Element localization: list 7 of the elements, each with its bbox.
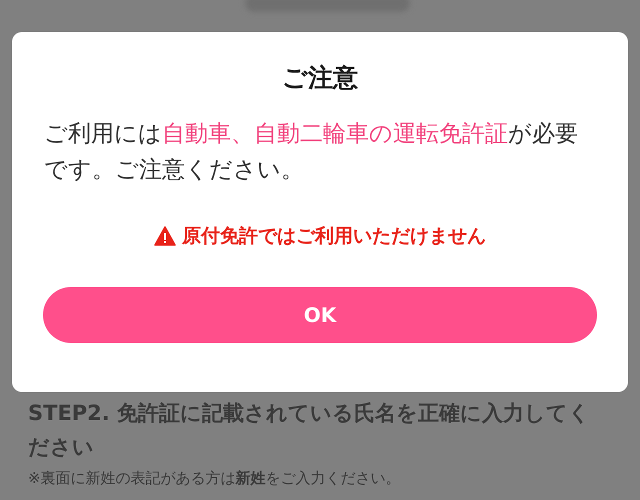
ok-button[interactable]: OK xyxy=(43,286,597,342)
warning-icon xyxy=(154,226,176,246)
warning-text: 原付免許ではご利用いただけません xyxy=(182,224,486,249)
dialog-title: ご注意 xyxy=(282,62,358,94)
message-text: ご利用には 自動車、自動二輪車の運転免許証が必要です。ご注意ください。 xyxy=(44,120,579,185)
note-text: ※裏面に新姓の表記がある方は新姓をご入力ください。 xyxy=(28,468,402,489)
step-heading: STEP2. 免許証に記載されている氏名を正確に入力してください xyxy=(28,400,592,461)
